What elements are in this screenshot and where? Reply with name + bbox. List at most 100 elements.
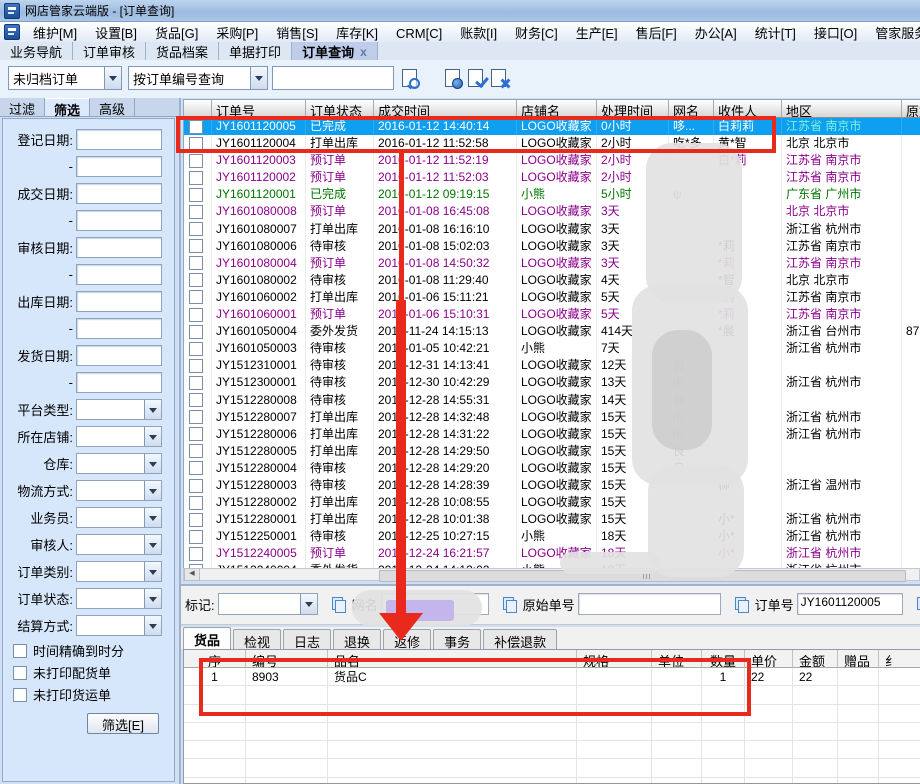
filter-select[interactable] xyxy=(76,534,162,555)
fetch-online-button[interactable] xyxy=(441,67,463,89)
checkbox[interactable] xyxy=(189,342,203,356)
checkbox[interactable] xyxy=(189,530,203,544)
order-row[interactable]: JY1512300001待审核2015-12-30 10:42:29LOGO收藏… xyxy=(184,374,920,391)
doc-tab[interactable]: 货品档案 xyxy=(146,42,219,60)
order-row[interactable]: JY1512280007打单出库2015-12-28 14:32:48LOGO收… xyxy=(184,409,920,426)
column-header[interactable]: 地区 xyxy=(782,100,902,118)
detail-field-input[interactable] xyxy=(578,593,721,615)
detail-tab[interactable]: 事务 xyxy=(433,629,481,649)
items-column-header[interactable]: 单价 xyxy=(745,650,793,668)
checkbox[interactable] xyxy=(189,376,203,390)
order-row[interactable]: JY1601120001已完成2016-01-12 09:19:15小熊5小时ψ… xyxy=(184,186,920,203)
date-input[interactable] xyxy=(76,210,162,231)
filter-select[interactable] xyxy=(76,426,162,447)
checkbox[interactable] xyxy=(13,688,27,702)
search-mode-select[interactable]: 按订单编号查询 xyxy=(128,66,268,90)
chevron-down-icon[interactable] xyxy=(144,400,161,419)
menu-item[interactable]: 维护[M] xyxy=(24,26,86,41)
cancel-doc-button[interactable] xyxy=(487,67,509,89)
checkbox[interactable] xyxy=(189,359,203,373)
detail-tab[interactable]: 检视 xyxy=(233,629,281,649)
checkbox[interactable] xyxy=(189,410,203,424)
chevron-down-icon[interactable] xyxy=(144,454,161,473)
checkbox[interactable] xyxy=(189,222,203,236)
scroll-left-icon[interactable]: ◀ xyxy=(184,568,200,581)
sidebar-tab[interactable]: 高级 xyxy=(90,98,135,116)
copy-icon[interactable] xyxy=(332,597,346,612)
filter-checkbox-row[interactable]: 未打印货运单 xyxy=(13,686,174,703)
filter-checkbox-row[interactable]: 未打印配货单 xyxy=(13,664,174,681)
order-row[interactable]: JY1512250001待审核2015-12-25 10:27:15小熊18天小… xyxy=(184,528,920,545)
checkbox[interactable] xyxy=(189,461,203,475)
order-row[interactable]: JY1601050004委外发货2014-11-24 14:15:13LOGO收… xyxy=(184,323,920,340)
checkbox[interactable] xyxy=(189,444,203,458)
chevron-down-icon[interactable] xyxy=(144,427,161,446)
search-input[interactable] xyxy=(272,66,394,90)
order-row[interactable]: JY1601080006待审核2016-01-08 15:02:03LOGO收藏… xyxy=(184,238,920,255)
order-row[interactable]: JY1601080002待审核2016-01-08 11:29:40LOGO收藏… xyxy=(184,272,920,289)
menu-item[interactable]: 管家服务[H] xyxy=(866,26,920,41)
items-column-header[interactable]: 赠品 xyxy=(838,650,879,668)
date-input[interactable] xyxy=(76,345,162,366)
order-row[interactable]: JY1601120002预订单2016-01-12 11:52:03LOGO收藏… xyxy=(184,169,920,186)
checkbox[interactable] xyxy=(189,547,203,561)
checkbox[interactable] xyxy=(189,393,203,407)
filter-select[interactable] xyxy=(76,453,162,474)
filter-select[interactable] xyxy=(76,615,162,636)
filter-button[interactable]: 筛选[E] xyxy=(87,713,159,734)
checkbox[interactable] xyxy=(189,273,203,287)
detail-tab[interactable]: 补偿退款 xyxy=(483,629,557,649)
approve-button[interactable] xyxy=(464,67,486,89)
checkbox[interactable] xyxy=(189,205,203,219)
date-input[interactable] xyxy=(76,129,162,150)
checkbox[interactable] xyxy=(189,427,203,441)
filter-checkbox-row[interactable]: 时间精确到时分 xyxy=(13,642,174,659)
checkbox[interactable] xyxy=(189,154,203,168)
doc-tab-active[interactable]: 订单查询x xyxy=(292,42,378,60)
column-header[interactable]: 原始单号 xyxy=(902,100,920,118)
chevron-down-icon[interactable] xyxy=(144,562,161,581)
date-input[interactable] xyxy=(76,291,162,312)
menu-item[interactable]: 接口[O] xyxy=(805,26,866,41)
date-input[interactable] xyxy=(76,237,162,258)
chevron-down-icon[interactable] xyxy=(144,616,161,635)
filter-select[interactable] xyxy=(76,480,162,501)
items-column-header[interactable]: 金额 xyxy=(793,650,838,668)
sidebar-tab[interactable]: 筛选 xyxy=(45,98,90,116)
order-row[interactable]: JY1512280001打单出库2015-12-28 10:01:38LOGO收… xyxy=(184,511,920,528)
chevron-down-icon[interactable] xyxy=(144,508,161,527)
menu-item[interactable]: 财务[C] xyxy=(506,26,567,41)
checkbox[interactable] xyxy=(189,290,203,304)
order-row[interactable]: JY1512280003待审核2015-12-28 14:28:39LOGO收藏… xyxy=(184,477,920,494)
date-input[interactable] xyxy=(76,318,162,339)
chevron-down-icon[interactable] xyxy=(300,594,317,614)
copy-icon[interactable] xyxy=(503,597,517,612)
filter-select[interactable] xyxy=(76,561,162,582)
menu-item[interactable]: 账款[I] xyxy=(451,26,506,41)
order-row[interactable]: JY1512280008待审核2015-12-28 14:55:31LOGO收藏… xyxy=(184,392,920,409)
horizontal-scrollbar[interactable]: ◀ xyxy=(183,568,920,581)
detail-tab[interactable]: 货品 xyxy=(183,627,231,649)
chevron-down-icon[interactable] xyxy=(144,589,161,608)
checkbox[interactable] xyxy=(189,513,203,527)
order-row[interactable]: JY1601060002打单出库2016-01-06 15:11:21LOGO收… xyxy=(184,289,920,306)
checkbox[interactable] xyxy=(189,496,203,510)
mark-select[interactable] xyxy=(218,593,318,615)
menu-item[interactable]: 货品[G] xyxy=(146,26,207,41)
filter-select[interactable] xyxy=(76,399,162,420)
order-row[interactable]: JY1601080007打单出库2016-01-08 16:16:10LOGO收… xyxy=(184,221,920,238)
checkbox[interactable] xyxy=(189,256,203,270)
date-input[interactable] xyxy=(76,372,162,393)
checkbox[interactable] xyxy=(13,644,27,658)
order-row[interactable]: JY1512310001待审核2015-12-31 14:13:41LOGO收藏… xyxy=(184,357,920,374)
checkbox[interactable] xyxy=(189,308,203,322)
chevron-down-icon[interactable] xyxy=(250,67,267,89)
menu-item[interactable]: 库存[K] xyxy=(327,26,387,41)
menu-item[interactable]: 售后[F] xyxy=(627,26,686,41)
detail-field-input[interactable]: JY1601120005 xyxy=(797,593,903,615)
chevron-down-icon[interactable] xyxy=(144,481,161,500)
order-row[interactable]: JY1512280004待审核2015-12-28 14:29:20LOGO收藏… xyxy=(184,460,920,477)
menu-item[interactable]: CRM[C] xyxy=(387,26,451,41)
order-row[interactable]: JY1601120003预订单2016-01-12 11:52:19LOGO收藏… xyxy=(184,152,920,169)
doc-tab[interactable]: 业务导航 xyxy=(0,42,73,60)
